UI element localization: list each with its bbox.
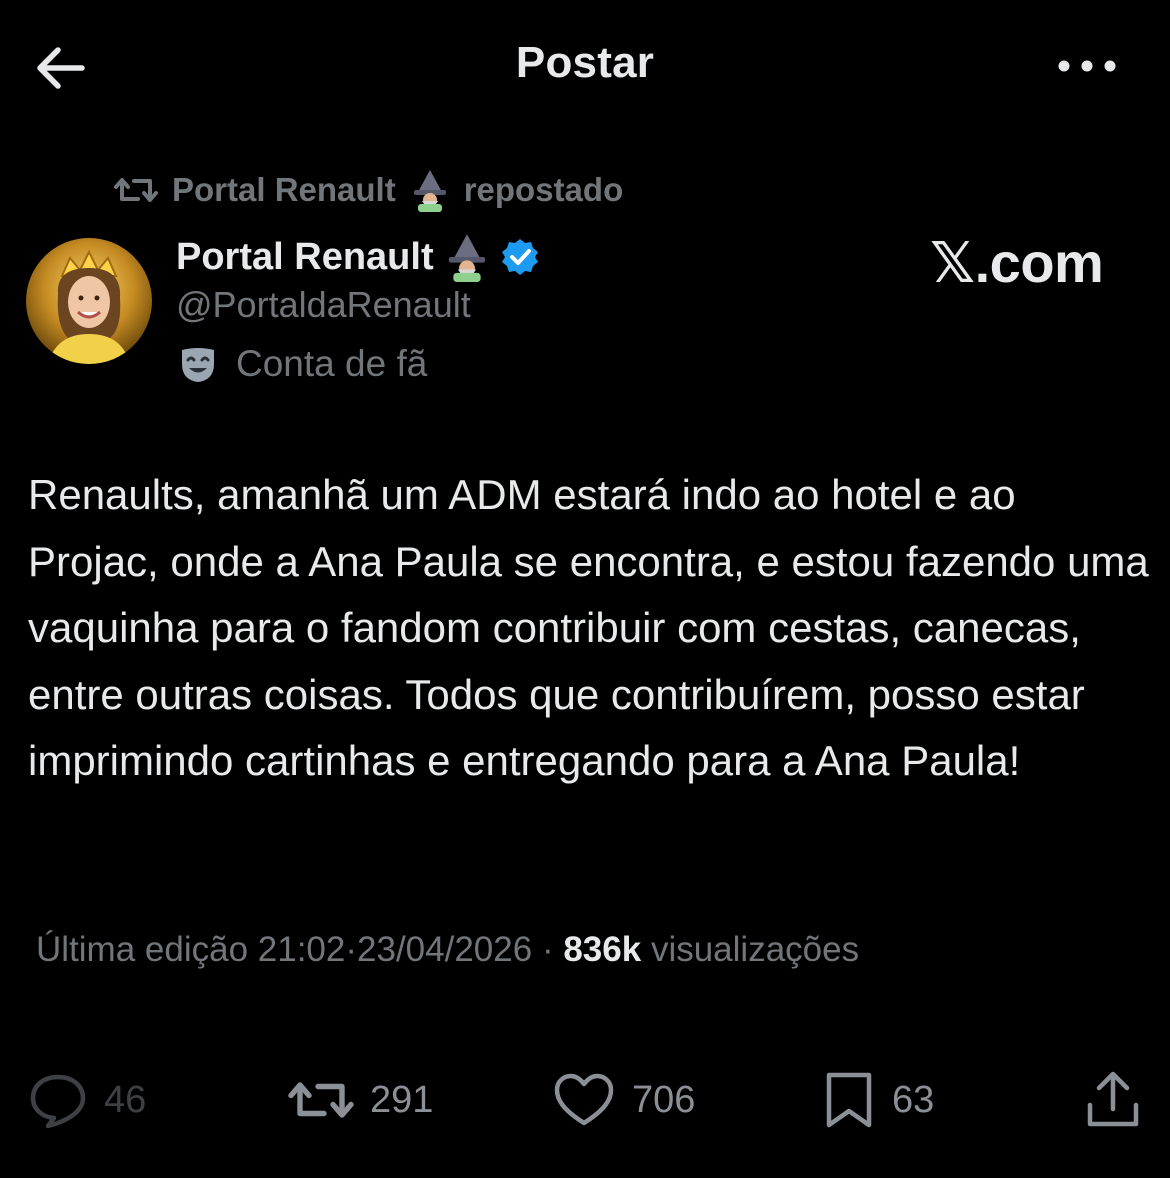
- repost-context[interactable]: Portal Renault repostado: [114, 168, 623, 212]
- fan-account-text: Conta de fã: [236, 343, 428, 384]
- reply-count: 46: [104, 1078, 147, 1121]
- avatar[interactable]: [26, 238, 152, 364]
- action-bar: 46 291 706 63: [0, 1064, 1170, 1136]
- repost-label: repostado: [463, 171, 624, 208]
- share-button[interactable]: [1084, 1064, 1142, 1136]
- views-label: visualizações: [650, 930, 860, 969]
- like-button[interactable]: 706: [552, 1064, 695, 1136]
- reposter-name[interactable]: Portal Renault: [172, 171, 396, 209]
- repost-icon: [288, 1082, 354, 1118]
- heart-icon: [554, 1073, 614, 1126]
- repost-icon: [114, 178, 158, 202]
- theater-mask-icon: [182, 348, 214, 382]
- post-date: 23/04/2026: [357, 930, 533, 969]
- post-detail-screen: Postar Portal Renault repostado Portal R…: [0, 0, 1170, 1178]
- page-title: Postar: [515, 38, 655, 87]
- author-name-text: Portal Renault: [176, 235, 434, 278]
- meta-separator: ·: [541, 930, 554, 969]
- share-icon: [1087, 1071, 1139, 1127]
- mage-emoji-icon: [448, 234, 485, 282]
- mage-emoji-icon: [413, 170, 446, 212]
- repost-count: 291: [370, 1078, 434, 1121]
- author-name[interactable]: Portal Renault: [176, 232, 540, 282]
- bookmark-count: 63: [892, 1078, 935, 1121]
- more-options-button[interactable]: [1052, 48, 1122, 84]
- bookmark-icon: [826, 1072, 872, 1128]
- post-meta: Última edição 21:02·23/04/2026 · 836k vi…: [36, 930, 859, 970]
- post-text: Renaults, amanhã um ADM estará indo ao h…: [28, 471, 1149, 784]
- edited-label[interactable]: Última edição: [36, 930, 248, 969]
- watermark: 𝕏.com: [930, 231, 1104, 294]
- reply-bubble-icon: [30, 1074, 86, 1129]
- avatar-image: [26, 238, 152, 364]
- author-handle[interactable]: @PortaldaRenault: [176, 284, 471, 326]
- post-time: 21:02: [257, 930, 346, 969]
- like-count: 706: [632, 1078, 696, 1121]
- bookmark-button[interactable]: 63: [822, 1064, 934, 1136]
- meta-separator: ·: [345, 930, 358, 969]
- verified-badge-icon: [501, 239, 538, 275]
- reply-button[interactable]: 46: [28, 1064, 146, 1136]
- more-horizontal-icon: [1058, 60, 1116, 72]
- repost-button[interactable]: 291: [288, 1064, 433, 1136]
- fan-account-label: Conta de fã: [178, 340, 427, 388]
- views-count[interactable]: 836k: [563, 930, 641, 969]
